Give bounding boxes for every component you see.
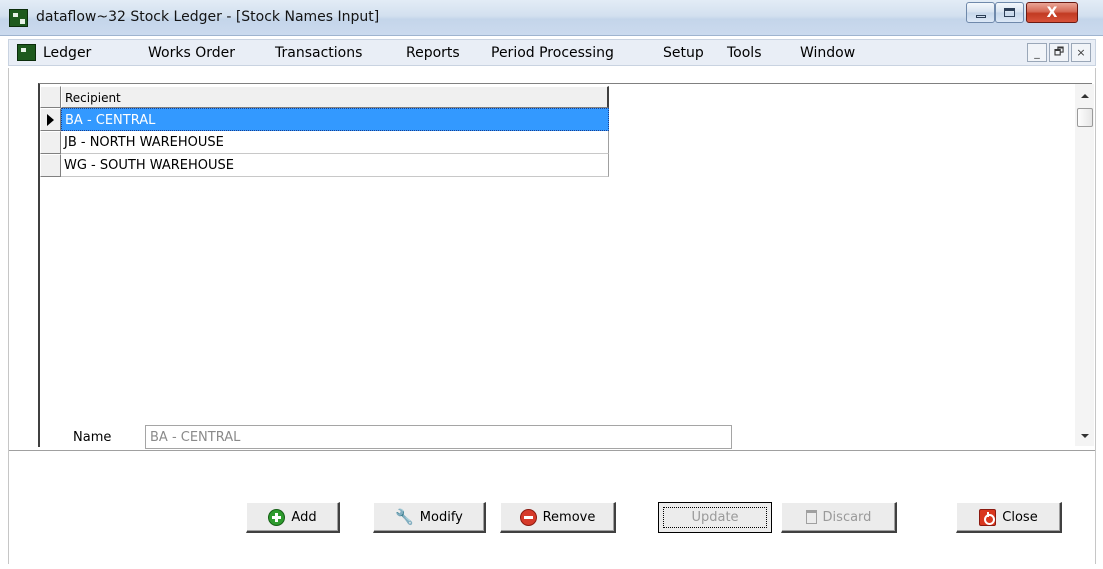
- menu-bar: Ledger Works Order Transactions Reports …: [8, 39, 1096, 66]
- close-button-label: Close: [1002, 509, 1038, 525]
- recipient-cell[interactable]: WG - SOUTH WAREHOUSE: [61, 154, 609, 177]
- menu-transactions[interactable]: Transactions: [275, 45, 362, 61]
- discard-button-label: Discard: [822, 509, 872, 525]
- divider: [9, 450, 1095, 452]
- row-selector[interactable]: [40, 108, 61, 131]
- recipient-cell[interactable]: BA - CENTRAL: [61, 108, 609, 131]
- table-row[interactable]: JB - NORTH WAREHOUSE: [40, 131, 609, 154]
- window-title: dataflow~32 Stock Ledger - [Stock Names …: [36, 9, 380, 25]
- app-icon[interactable]: [9, 9, 28, 27]
- maximize-button[interactable]: [995, 2, 1024, 23]
- recipient-grid[interactable]: Recipient BA - CENTRAL JB - NORTH WAREHO…: [38, 83, 1094, 447]
- power-icon: [979, 508, 997, 526]
- recipient-cell[interactable]: JB - NORTH WAREHOUSE: [61, 131, 609, 154]
- menu-ledger[interactable]: Ledger: [43, 45, 91, 61]
- minimize-button[interactable]: [966, 2, 995, 23]
- remove-icon: [519, 508, 537, 526]
- row-selector-header[interactable]: [40, 86, 61, 108]
- column-header-recipient[interactable]: Recipient: [61, 86, 609, 108]
- mdi-restore-button[interactable]: 🗗: [1049, 43, 1069, 62]
- add-button[interactable]: Add: [246, 502, 340, 533]
- scroll-thumb[interactable]: [1077, 108, 1093, 127]
- add-button-label: Add: [291, 509, 317, 525]
- current-row-pointer-icon: [47, 114, 54, 126]
- name-field[interactable]: [145, 425, 732, 449]
- menu-setup[interactable]: Setup: [663, 45, 704, 61]
- close-button[interactable]: Close: [956, 502, 1062, 533]
- table-row[interactable]: WG - SOUTH WAREHOUSE: [40, 154, 609, 177]
- menu-works-order[interactable]: Works Order: [148, 45, 235, 61]
- modify-button[interactable]: 🔧 Modify: [373, 502, 486, 533]
- scroll-down-button[interactable]: [1075, 426, 1094, 446]
- modify-button-label: Modify: [419, 509, 463, 525]
- minimize-icon: [975, 15, 986, 18]
- scroll-up-button[interactable]: [1075, 86, 1094, 106]
- trash-icon: [805, 510, 817, 524]
- vertical-scrollbar[interactable]: [1075, 84, 1094, 446]
- row-selector[interactable]: [40, 131, 61, 154]
- remove-button[interactable]: Remove: [500, 502, 616, 533]
- mdi-minimize-icon: _: [1034, 46, 1040, 59]
- update-button[interactable]: Update: [658, 502, 772, 533]
- title-bar[interactable]: dataflow~32 Stock Ledger - [Stock Names …: [0, 0, 1103, 36]
- discard-button[interactable]: Discard: [781, 502, 897, 533]
- stock-names-input-form: Recipient BA - CENTRAL JB - NORTH WAREHO…: [8, 68, 1096, 564]
- mdi-restore-icon: 🗗: [1053, 45, 1065, 58]
- mdi-minimize-button[interactable]: _: [1027, 43, 1047, 62]
- close-icon: X: [1046, 4, 1058, 21]
- name-label: Name: [73, 430, 112, 445]
- maximize-icon: [1004, 8, 1015, 17]
- add-icon: [268, 508, 286, 526]
- menu-tools[interactable]: Tools: [727, 45, 762, 61]
- document-system-menu-icon[interactable]: [17, 44, 36, 61]
- remove-button-label: Remove: [542, 509, 596, 525]
- menu-window[interactable]: Window: [800, 45, 855, 61]
- arrow-up-icon: [1080, 94, 1089, 98]
- mdi-close-button[interactable]: ×: [1071, 43, 1091, 62]
- focus-ring: [663, 507, 767, 528]
- menu-period-processing[interactable]: Period Processing: [491, 45, 614, 61]
- menu-reports[interactable]: Reports: [406, 45, 460, 61]
- close-window-button[interactable]: X: [1026, 2, 1078, 23]
- row-selector[interactable]: [40, 154, 61, 177]
- grid-header: Recipient: [40, 86, 609, 108]
- mdi-close-icon: ×: [1076, 46, 1086, 59]
- arrow-down-icon: [1080, 434, 1089, 438]
- table-row[interactable]: BA - CENTRAL: [40, 108, 609, 131]
- wrench-icon: 🔧: [395, 507, 414, 526]
